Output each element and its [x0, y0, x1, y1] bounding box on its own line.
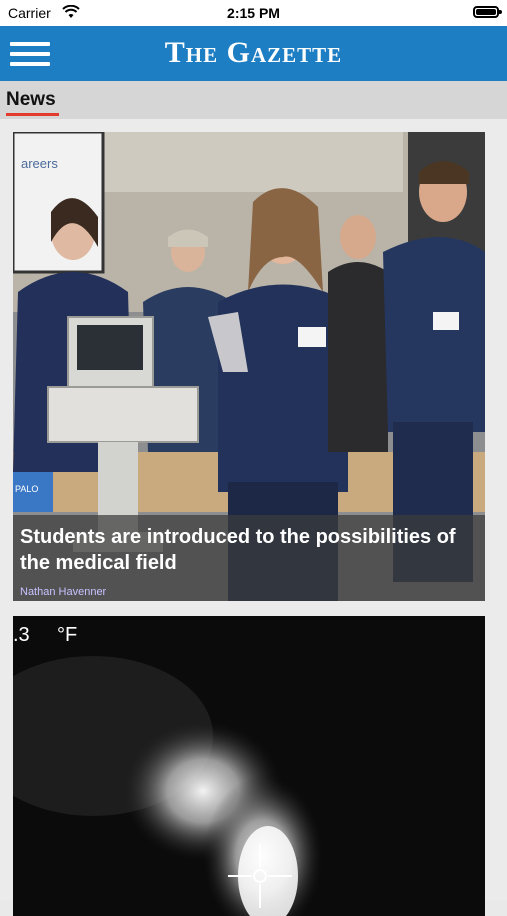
article-headline[interactable]: Students are introduced to the possibili…: [20, 524, 480, 576]
article-card[interactable]: .3 °F: [13, 616, 485, 916]
clock: 2:15 PM: [227, 5, 280, 21]
battery-icon: [473, 6, 502, 18]
sign-text: PALO: [15, 484, 38, 494]
article-photo: [13, 616, 485, 916]
app-logo[interactable]: The Gazette: [0, 36, 507, 70]
app-header: The Gazette: [0, 26, 507, 81]
article-card[interactable]: areers PALO Students are introduced to t…: [13, 132, 485, 601]
article-feed[interactable]: areers PALO Students are introduced to t…: [0, 119, 507, 916]
status-bar: Carrier 2:15 PM: [0, 0, 507, 26]
readout-unit: °F: [57, 624, 78, 646]
active-tab-indicator: [6, 113, 59, 116]
caption-overlay: Students are introduced to the possibili…: [13, 515, 485, 601]
section-bar: News: [0, 81, 507, 119]
readout-value: .3: [13, 624, 30, 646]
poster-text: areers: [21, 156, 58, 171]
article-byline: Nathan Havenner: [20, 586, 107, 598]
tab-news[interactable]: News: [6, 89, 56, 111]
